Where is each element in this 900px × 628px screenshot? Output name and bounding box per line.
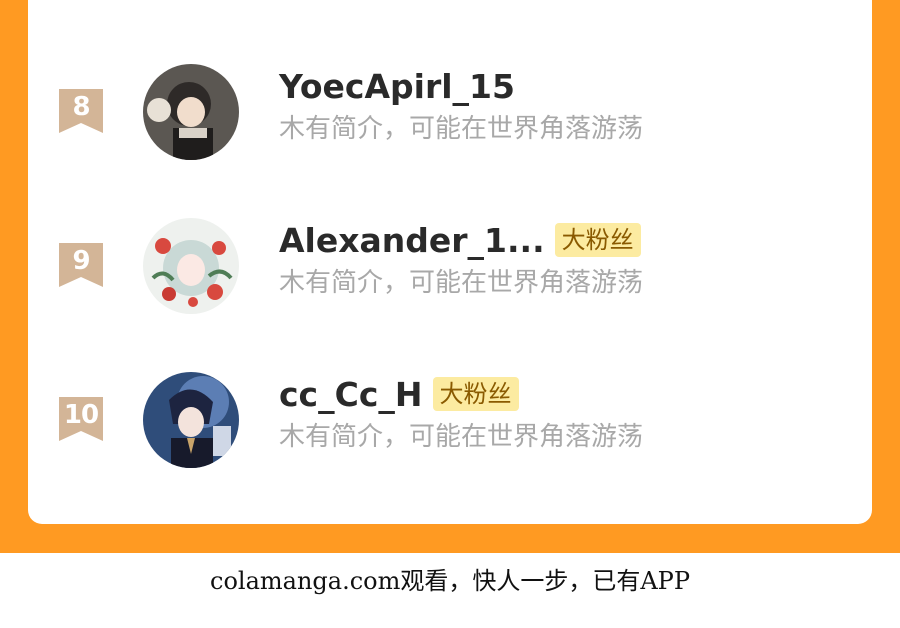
- avatar[interactable]: [143, 372, 239, 468]
- super-fan-badge: 大粉丝: [554, 223, 641, 257]
- bio-text: 木有简介，可能在世界角落游荡: [279, 114, 644, 144]
- username[interactable]: Alexander_1...: [279, 221, 545, 260]
- list-item[interactable]: 9 Alexander_1... 大粉丝 木有简介，可能在世界角落游荡: [28, 214, 872, 324]
- bio-text: 木有简介，可能在世界角落游荡: [279, 422, 644, 452]
- rank-number: 9: [72, 246, 90, 276]
- rank-ribbon-icon: 9: [59, 243, 103, 287]
- avatar[interactable]: [143, 64, 239, 160]
- rank-ribbon-icon: 10: [59, 397, 103, 441]
- fan-ranking-card: 8 YoecApirl_15 木有简介，可能在世界角落游荡 9 Alexande…: [28, 0, 872, 524]
- watermark-footer: colamanga.com观看，快人一步，已有APP: [0, 553, 900, 628]
- rank-number: 8: [72, 92, 90, 122]
- list-item[interactable]: 8 YoecApirl_15 木有简介，可能在世界角落游荡: [28, 60, 872, 170]
- rank-ribbon-icon: 8: [59, 89, 103, 133]
- avatar[interactable]: [143, 218, 239, 314]
- rank-number: 10: [63, 400, 99, 430]
- bio-text: 木有简介，可能在世界角落游荡: [279, 268, 644, 298]
- super-fan-badge: 大粉丝: [432, 377, 519, 411]
- watermark-text: colamanga.com观看，快人一步，已有APP: [210, 567, 690, 595]
- list-item[interactable]: 10 cc_Cc_H 大粉丝 木有简介，可能在世界角落游荡: [28, 368, 872, 478]
- username[interactable]: cc_Cc_H: [279, 375, 423, 414]
- username[interactable]: YoecApirl_15: [279, 67, 515, 106]
